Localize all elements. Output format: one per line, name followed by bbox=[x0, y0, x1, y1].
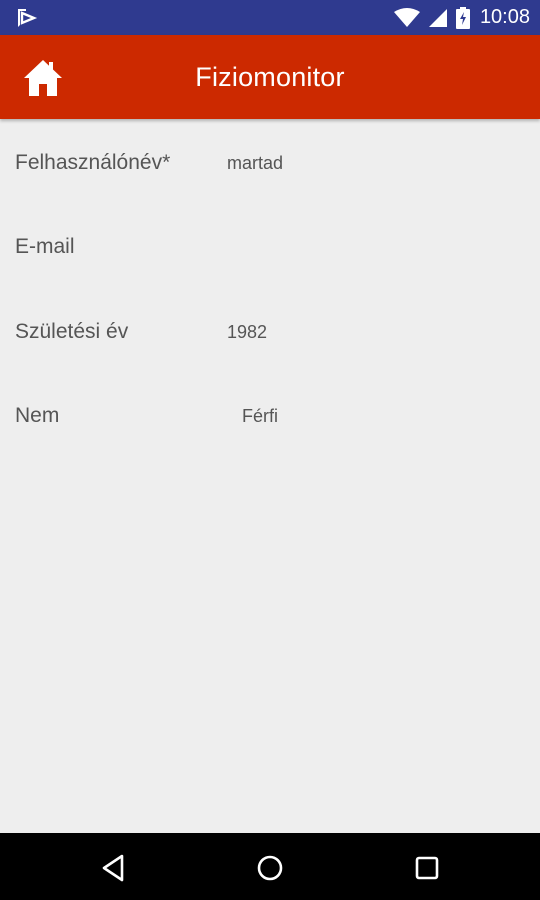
navigation-bar bbox=[0, 833, 540, 900]
email-label: E-mail bbox=[15, 235, 75, 258]
gender-value[interactable]: Férfi bbox=[242, 394, 278, 438]
birth-year-row: Születési év 1982 bbox=[0, 310, 540, 370]
home-circle-icon[interactable] bbox=[253, 851, 287, 885]
gender-row: Nem Férfi bbox=[0, 394, 540, 454]
status-bar: 10:08 bbox=[0, 0, 540, 35]
wifi-icon bbox=[393, 7, 420, 27]
signal-icon bbox=[428, 8, 447, 27]
username-row: Felhasználónév* martad bbox=[0, 141, 540, 201]
birth-year-label: Születési év bbox=[15, 320, 129, 343]
email-row: E-mail bbox=[0, 225, 540, 285]
status-time: 10:08 bbox=[479, 6, 530, 28]
back-icon[interactable] bbox=[96, 851, 130, 885]
birth-year-value[interactable]: 1982 bbox=[227, 310, 267, 354]
app-bar: Fiziomonitor bbox=[0, 35, 540, 119]
gender-label: Nem bbox=[15, 404, 60, 427]
play-store-notification-icon bbox=[18, 9, 38, 27]
recents-icon[interactable] bbox=[410, 851, 444, 885]
username-value[interactable]: martad bbox=[227, 141, 283, 185]
status-icons: 10:08 bbox=[393, 0, 530, 35]
username-label: Felhasználónév* bbox=[15, 151, 171, 174]
app-title: Fiziomonitor bbox=[195, 62, 345, 92]
battery-icon bbox=[455, 6, 470, 29]
